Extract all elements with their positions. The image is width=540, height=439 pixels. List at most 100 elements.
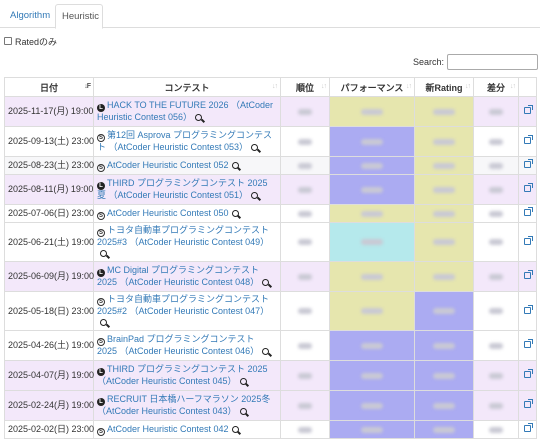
col-header-link	[518, 77, 537, 97]
table-row: 2025-02-02(日) 23:00 S AtCoder Heuristic Co…	[4, 420, 537, 439]
col-header-date[interactable]: 日付 ↓F	[4, 77, 94, 97]
date-cell: 2025-04-26(土) 19:00	[4, 330, 94, 361]
date-cell: 2025-11-17(月) 19:00	[4, 96, 94, 127]
short-contest-icon: S	[97, 229, 105, 237]
contest-cell: S AtCoder Heuristic Contest 052	[93, 156, 281, 175]
tab-algorithm[interactable]: Algorithm	[4, 4, 56, 28]
tab-heuristic[interactable]: Heuristic	[55, 4, 103, 29]
search-icon[interactable]	[100, 250, 107, 257]
search-icon[interactable]	[231, 425, 239, 433]
new-rating-cell	[414, 261, 474, 292]
contest-link[interactable]: トヨタ自動車プログラミングコンテスト 2025#3 （AtCoder Heuri…	[97, 225, 269, 247]
col-header-diff[interactable]: 差分 ↓↑	[473, 77, 519, 97]
short-contest-icon: S	[97, 427, 105, 436]
search-icon[interactable]	[239, 378, 247, 385]
rank-cell	[280, 96, 330, 127]
rank-cell	[280, 420, 330, 439]
contest-link[interactable]: AtCoder Heuristic Contest 050	[107, 208, 229, 218]
search-icon[interactable]	[262, 348, 270, 355]
long-contest-icon: L	[97, 104, 105, 112]
external-link-icon[interactable]	[524, 369, 533, 378]
performance-cell	[329, 222, 415, 262]
search-icon[interactable]	[231, 161, 239, 169]
date-cell: 2025-02-24(月) 19:00	[4, 390, 94, 421]
external-link-icon[interactable]	[524, 304, 533, 314]
search-input[interactable]	[447, 54, 539, 70]
external-link-cell	[518, 291, 537, 331]
col-header-new-rating[interactable]: 新Rating ↓↑	[414, 77, 474, 97]
col-header-performance[interactable]: パフォーマンス ↓↑	[329, 77, 415, 97]
external-link-icon[interactable]	[524, 207, 533, 216]
external-link-cell	[518, 261, 537, 292]
date-cell: 2025-05-18(日) 23:00	[4, 291, 94, 331]
external-link-icon[interactable]	[524, 159, 533, 168]
col-header-rank[interactable]: 順位 ↓↑	[280, 77, 330, 97]
table-row: 2025-06-21(土) 19:00 S トヨタ自動車プログラミングコンテスト 2…	[4, 222, 537, 262]
contest-link[interactable]: BrainPad プログラミングコンテスト 2025 （AtCoder Heur…	[97, 334, 259, 356]
table-row: 2025-06-09(月) 19:00 L MC Digital プログラミングコン…	[4, 261, 537, 292]
search-box: Search:	[413, 54, 539, 70]
contest-link[interactable]: THIRD プログラミングコンテスト 2025 夏 （AtCoder Heuri…	[97, 178, 268, 200]
contest-link[interactable]: トヨタ自動車プログラミングコンテスト 2025#2 （AtCoder Heuri…	[97, 294, 269, 316]
contest-link[interactable]: MC Digital プログラミングコンテスト2025 （AtCoder Heu…	[97, 265, 259, 287]
contest-link[interactable]: HACK TO THE FUTURE 2026 （AtCoder Heurist…	[97, 100, 273, 122]
external-link-icon[interactable]	[524, 183, 533, 192]
col-header-contest[interactable]: コンテスト ↓↑	[93, 77, 281, 97]
external-link-cell	[518, 330, 537, 361]
contest-link[interactable]: 第12回 Asprova プログラミングコンテスト （AtCoder Heuri…	[97, 130, 272, 152]
table-row: 2025-09-13(土) 23:00 S 第12回 Asprova プログラミング…	[4, 126, 537, 157]
tab-bar: Algorithm Heuristic	[0, 0, 540, 29]
search-icon[interactable]	[251, 144, 259, 151]
search-icon[interactable]	[231, 209, 239, 217]
table-row: 2025-04-26(土) 19:00 S BrainPad プログラミングコンテス…	[4, 330, 537, 361]
search-icon[interactable]	[239, 408, 247, 415]
external-link-icon[interactable]	[524, 399, 533, 408]
search-icon[interactable]	[195, 114, 203, 121]
rated-only-filter[interactable]: Ratedのみ	[4, 35, 57, 47]
diff-cell	[473, 126, 519, 157]
external-link-icon[interactable]	[524, 339, 533, 348]
contest-link[interactable]: AtCoder Heuristic Contest 052	[107, 160, 229, 170]
contest-cell: L MC Digital プログラミングコンテスト2025 （AtCoder He…	[93, 261, 281, 292]
rank-cell	[280, 204, 330, 223]
rank-cell	[280, 261, 330, 292]
search-icon[interactable]	[262, 279, 270, 286]
long-contest-icon: L	[97, 182, 105, 190]
new-rating-cell	[414, 174, 474, 205]
external-link-cell	[518, 222, 537, 262]
performance-cell	[329, 126, 415, 157]
search-icon[interactable]	[251, 192, 259, 199]
sort-icon: ↓↑	[406, 83, 412, 90]
short-contest-icon: S	[97, 211, 105, 220]
sort-icon: ↓↑	[465, 83, 471, 90]
history-table: 日付 ↓F コンテスト ↓↑ 順位 ↓↑ パフォーマンス ↓↑ 新Rating ↓↑ 差分…	[4, 77, 537, 439]
sort-icon: ↓↑	[321, 83, 327, 90]
date-cell: 2025-04-07(月) 19:00	[4, 360, 94, 391]
diff-cell	[473, 420, 519, 439]
long-contest-icon: L	[97, 368, 105, 376]
external-link-icon[interactable]	[524, 135, 533, 144]
diff-cell	[473, 222, 519, 262]
diff-cell	[473, 204, 519, 223]
rank-cell	[280, 360, 330, 391]
rank-cell	[280, 330, 330, 361]
rank-cell	[280, 156, 330, 175]
diff-cell	[473, 360, 519, 391]
new-rating-cell	[414, 156, 474, 175]
short-contest-icon: S	[97, 298, 105, 306]
sort-icon: ↓↑	[510, 83, 516, 90]
external-link-cell	[518, 96, 537, 127]
performance-cell	[329, 420, 415, 439]
date-cell: 2025-02-02(日) 23:00	[4, 420, 94, 439]
external-link-icon[interactable]	[524, 235, 533, 245]
performance-cell	[329, 390, 415, 421]
search-icon[interactable]	[100, 319, 107, 326]
contest-link[interactable]: AtCoder Heuristic Contest 042	[107, 424, 229, 434]
external-link-icon[interactable]	[524, 105, 533, 114]
table-row: 2025-08-23(土) 23:00 S AtCoder Heuristic Co…	[4, 156, 537, 175]
performance-cell	[329, 261, 415, 292]
external-link-cell	[518, 420, 537, 439]
rated-only-checkbox[interactable]	[4, 37, 12, 45]
contest-cell: S トヨタ自動車プログラミングコンテスト 2025#3 （AtCoder Heur…	[93, 222, 281, 262]
external-link-icon[interactable]	[524, 270, 533, 279]
